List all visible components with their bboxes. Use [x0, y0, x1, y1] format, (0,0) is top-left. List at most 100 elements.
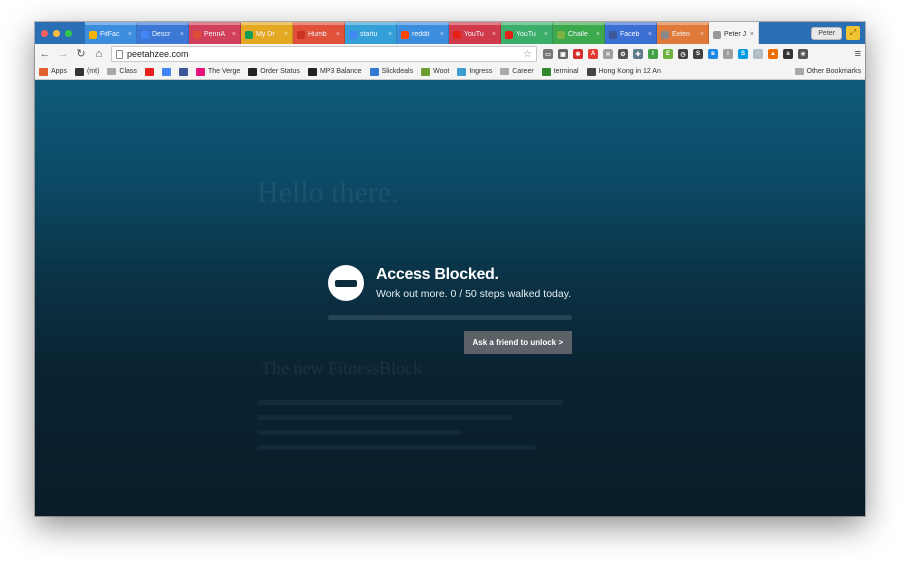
fire-icon[interactable]: ▲ [768, 49, 778, 59]
tab-4[interactable]: Humb × [293, 22, 345, 44]
ingress-icon[interactable]: I [648, 49, 658, 59]
bookmark-9[interactable]: Slickdeals [369, 67, 413, 76]
tab-label: Peter J [724, 31, 747, 38]
mt-icon [74, 67, 84, 76]
tab-close-icon[interactable]: × [596, 31, 600, 38]
home-icon[interactable]: ⌂ [93, 44, 105, 64]
tab-close-icon[interactable]: × [750, 31, 754, 38]
menu-icon[interactable]: ≡ [855, 48, 861, 60]
facebook-icon [609, 30, 617, 39]
bookmark-star-icon[interactable]: ☆ [523, 49, 532, 60]
puzzle-icon[interactable]: ✳ [798, 49, 808, 59]
reload-icon[interactable]: ↻ [75, 44, 87, 64]
bookmark-14[interactable]: Hong Kong in 12 An [586, 67, 661, 76]
tab-2[interactable]: PennA × [189, 22, 241, 44]
other-bookmarks-label: Other Bookmarks [806, 68, 861, 75]
tab-close-icon[interactable]: × [232, 31, 236, 38]
ingress-icon [457, 67, 467, 76]
bookmark-12[interactable]: Career [500, 68, 534, 75]
bookmark-13[interactable]: terminal [541, 67, 579, 76]
access-blocked-panel: Access Blocked. Work out more. 0 / 50 st… [328, 265, 574, 354]
tab-0[interactable]: FitFac × [85, 22, 137, 44]
tab-close-icon[interactable]: × [336, 31, 340, 38]
bookmark-6[interactable]: The Verge [195, 67, 240, 76]
tab-1[interactable]: Descr × [137, 22, 189, 44]
evernote-icon[interactable]: E [663, 49, 673, 59]
tab-11[interactable]: Exten × [657, 22, 709, 44]
bookmarks-bar: Apps (mt) Class The Verge Order Status MP3 Ba… [35, 64, 865, 80]
tab-12[interactable]: Peter J × [709, 22, 759, 44]
tab-close-icon[interactable]: × [388, 31, 392, 38]
adblock-icon[interactable]: A [588, 49, 598, 59]
bluetooth-icon[interactable]: ʙ [708, 49, 718, 59]
info-icon[interactable]: i [723, 49, 733, 59]
minimize-window-icon[interactable] [53, 29, 60, 37]
amazon-icon [248, 67, 258, 76]
ask-friend-unlock-button[interactable]: Ask a friend to unlock > [463, 331, 572, 354]
bookmark-11[interactable]: Ingress [457, 67, 492, 76]
zoom-window-icon[interactable] [65, 29, 72, 37]
tab-label: reddit [412, 31, 430, 38]
tab-7[interactable]: YouTu × [449, 22, 501, 44]
bookmark-10[interactable]: Woot [421, 67, 449, 76]
tab-8[interactable]: YouTu × [501, 22, 553, 44]
clock-icon[interactable]: ◷ [678, 49, 688, 59]
back-arrow-icon[interactable]: ← [39, 44, 51, 64]
tab-5[interactable]: startu × [345, 22, 397, 44]
reddit-icon [401, 30, 409, 39]
verge-icon [195, 67, 205, 76]
tab-6[interactable]: reddit × [397, 22, 449, 44]
tab-close-icon[interactable]: × [544, 31, 548, 38]
bookmark-label: (mt) [86, 68, 100, 75]
tab-close-icon[interactable]: × [648, 31, 652, 38]
bookmark-list: Apps (mt) Class The Verge Order Status MP3 Ba… [39, 67, 661, 76]
humble-icon [297, 30, 305, 39]
gear-icon[interactable]: ⚙ [618, 49, 628, 59]
bookmark-2[interactable]: Class [107, 68, 137, 75]
cast-icon[interactable]: ▭ [543, 49, 553, 59]
other-bookmarks[interactable]: Other Bookmarks [794, 68, 861, 75]
tab-label: Descr [152, 31, 171, 38]
extension-toolbar: ▭ ▣ ✱ A ✕ ⚙ ✚ I E ◷ Sʙ i S ◌ ▲ a ✳ [543, 49, 849, 59]
tab-close-icon[interactable]: × [440, 31, 444, 38]
drive-icon [89, 30, 97, 39]
forward-arrow-icon[interactable]: → [57, 44, 69, 64]
bookmark-label: Career [512, 68, 534, 75]
tab-close-icon[interactable]: × [284, 31, 288, 38]
close-window-icon[interactable] [41, 29, 48, 37]
puzzle-badge-icon[interactable]: ✚ [633, 49, 643, 59]
profile-button[interactable]: Peter [811, 26, 842, 40]
screen-icon[interactable]: ▣ [558, 49, 568, 59]
google-icon [349, 30, 357, 39]
skype-icon[interactable]: S [738, 49, 748, 59]
tab-10[interactable]: Faceb × [605, 22, 657, 44]
bookmark-label: terminal [553, 68, 579, 75]
stop-icon[interactable]: S [693, 49, 703, 59]
folder-icon [794, 68, 804, 75]
tab-close-icon[interactable]: × [180, 31, 184, 38]
tools-icon[interactable]: ✕ [603, 49, 613, 59]
bookmark-5[interactable] [178, 67, 188, 76]
tab-close-icon[interactable]: × [128, 31, 132, 38]
amazon-icon[interactable]: a [783, 49, 793, 59]
url-input[interactable] [127, 49, 520, 59]
lastpass-icon[interactable]: ✱ [573, 49, 583, 59]
tab-9[interactable]: Challe × [553, 22, 605, 44]
tab-close-icon[interactable]: × [492, 31, 496, 38]
bookmark-0[interactable]: Apps [39, 67, 67, 76]
bookmark-1[interactable]: (mt) [74, 67, 100, 76]
youtube-icon [453, 30, 461, 39]
tab-close-icon[interactable]: × [700, 31, 704, 38]
tab-label: Faceb [620, 31, 640, 38]
bookmark-3[interactable] [144, 67, 154, 76]
address-bar[interactable]: ☆ [111, 46, 537, 62]
bookmark-8[interactable]: MP3 Balance [307, 67, 362, 76]
ghost-icon[interactable]: ◌ [753, 49, 763, 59]
bookmark-label: Apps [51, 68, 67, 75]
tab-3[interactable]: My Dr × [241, 22, 293, 44]
bookmark-4[interactable] [161, 67, 171, 76]
docs-icon [141, 30, 149, 39]
challenge-icon [557, 30, 565, 39]
fullscreen-icon[interactable]: ⤢ [846, 26, 860, 40]
bookmark-7[interactable]: Order Status [248, 67, 300, 76]
